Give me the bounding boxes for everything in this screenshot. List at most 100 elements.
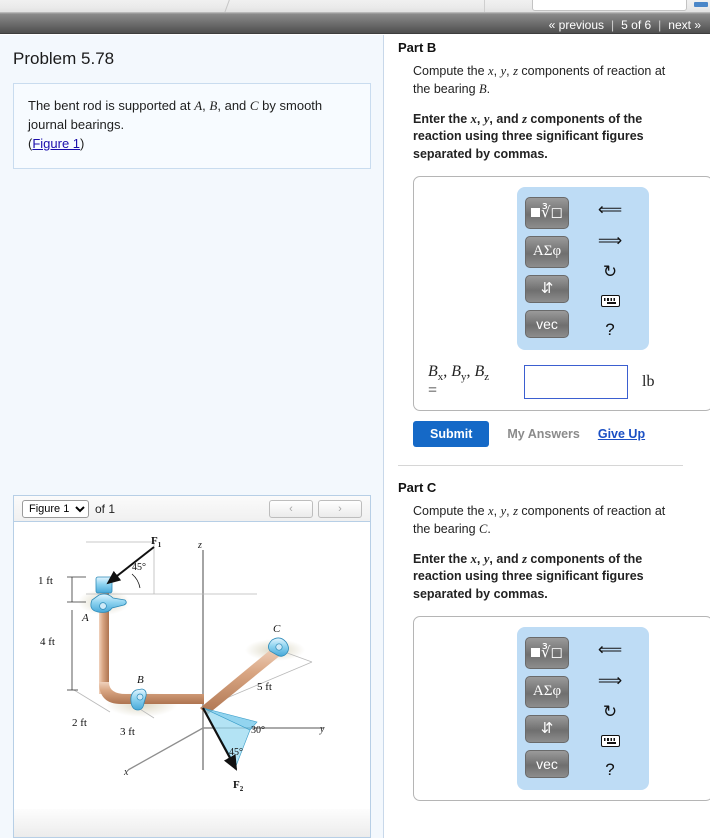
browser-bookmark-item[interactable] bbox=[694, 2, 708, 7]
assignment-nav-bar: « previous | 5 of 6 | next » bbox=[0, 13, 710, 34]
figure-toolbar: Figure 1 of 1 ‹ › bbox=[14, 496, 370, 522]
keyboard-icon[interactable] bbox=[600, 734, 620, 747]
part-b-my-answers-link[interactable]: My Answers bbox=[507, 427, 579, 441]
part-c-instr-comma-1: , bbox=[476, 551, 484, 566]
radical-icon: ∛◻ bbox=[540, 645, 563, 662]
figure-footer-bar bbox=[14, 809, 370, 837]
greek-letters-button[interactable]: ΑΣφ bbox=[525, 235, 569, 268]
part-b-prompt-end: . bbox=[486, 81, 491, 96]
part-c-prompt: Compute the x, y, z components of reacti… bbox=[413, 503, 681, 539]
part-b-answer-input[interactable] bbox=[524, 364, 628, 399]
undo-icon[interactable]: ⟸ bbox=[598, 641, 622, 658]
updown-arrows-button[interactable]: ⇵ bbox=[525, 714, 569, 743]
figure-nav-group: ‹ › bbox=[264, 499, 362, 518]
part-b-prompt: Compute the x, y, z components of reacti… bbox=[413, 63, 681, 99]
nav-pager: « previous | 5 of 6 | next » bbox=[542, 14, 708, 35]
template-square-icon bbox=[530, 648, 540, 658]
part-b-math-palette: ∛◻ ΑΣφ ⇵ vec ⟸ ⟹ ↻ ? bbox=[517, 186, 649, 350]
figure-prev-button[interactable]: ‹ bbox=[269, 499, 313, 518]
part-b-answer-unit: lb bbox=[642, 372, 655, 390]
reset-icon[interactable]: ↻ bbox=[603, 703, 617, 720]
part-c-prompt-pre: Compute the bbox=[413, 504, 489, 519]
figure-dim-3ft: 3 ft bbox=[120, 726, 135, 738]
part-b-palette-buttons: ∛◻ ΑΣφ ⇵ vec bbox=[525, 196, 569, 338]
bent-rod-diagram-svg: z y x A B C F1 45° F2 30° 45° 1 ft 4 ft … bbox=[38, 535, 325, 793]
vector-button[interactable]: vec bbox=[525, 749, 569, 778]
help-icon[interactable]: ? bbox=[605, 761, 614, 778]
part-c-prompt-end: . bbox=[487, 521, 491, 536]
browser-tab-edge-icon bbox=[221, 0, 237, 12]
previous-link[interactable]: « previous bbox=[542, 18, 611, 32]
figure-dim-4ft: 4 ft bbox=[40, 636, 55, 648]
figure-axis-x-label: x bbox=[123, 767, 129, 778]
part-b-bx: Bx bbox=[428, 362, 444, 383]
part-b-answer-label: Bx, By, Bz = bbox=[428, 362, 524, 400]
updown-arrows-button[interactable]: ⇵ bbox=[525, 274, 569, 303]
template-radical-button[interactable]: ∛◻ bbox=[525, 196, 569, 229]
browser-search-box[interactable] bbox=[532, 0, 687, 11]
template-radical-button[interactable]: ∛◻ bbox=[525, 636, 569, 669]
answer-panel: Part B Compute the x, y, z components of… bbox=[385, 35, 710, 838]
part-b-instr-comma-1: , bbox=[476, 111, 484, 126]
part-c-heading: Part C bbox=[398, 480, 437, 496]
undo-icon[interactable]: ⟸ bbox=[598, 201, 622, 218]
part-c-instruction: Enter the x, y, and z components of the … bbox=[413, 551, 681, 604]
figure-viewer: Figure 1 of 1 ‹ › z y x A B C F1 45° F2 … bbox=[13, 495, 371, 838]
figure-angle-45-top: 45° bbox=[132, 562, 146, 573]
figure-bearing-a-label: A bbox=[81, 612, 89, 624]
part-b-equals-sign: = bbox=[428, 382, 438, 400]
radical-icon: ∛◻ bbox=[540, 205, 563, 222]
part-divider bbox=[398, 465, 683, 467]
part-b-instr-comma-2: , and bbox=[489, 111, 523, 126]
part-b-submit-button[interactable]: Submit bbox=[413, 421, 490, 448]
figure-next-button[interactable]: › bbox=[318, 499, 362, 518]
part-b-prompt-pre: Compute the bbox=[413, 64, 489, 78]
part-b-actions: Submit My Answers Give Up bbox=[413, 421, 710, 448]
part-c-palette-tools: ⟸ ⟹ ↻ ? bbox=[579, 637, 641, 778]
part-b-give-up-link[interactable]: Give Up bbox=[598, 427, 645, 441]
problem-panel: Problem 5.78 The bent rod is supported a… bbox=[0, 35, 384, 838]
statement-and: , and bbox=[217, 98, 250, 113]
part-b-palette-tools: ⟸ ⟹ ↻ ? bbox=[579, 197, 641, 338]
figure-axis-z-label: z bbox=[197, 540, 202, 551]
redo-icon[interactable]: ⟹ bbox=[598, 672, 622, 689]
reset-icon[interactable]: ↻ bbox=[603, 263, 617, 280]
template-square-icon bbox=[530, 208, 540, 218]
redo-icon[interactable]: ⟹ bbox=[598, 232, 622, 249]
part-b-instr-pre: Enter the bbox=[413, 111, 471, 126]
browser-chrome-strip bbox=[0, 0, 710, 13]
help-icon[interactable]: ? bbox=[605, 321, 614, 338]
figure-select[interactable]: Figure 1 bbox=[22, 499, 89, 518]
figure-angle-45-bottom: 45° bbox=[229, 747, 243, 758]
part-c-math-palette: ∛◻ ΑΣφ ⇵ vec ⟸ ⟹ ↻ ? bbox=[517, 626, 649, 790]
part-c-comma-1: , bbox=[493, 504, 501, 519]
problem-statement: The bent rod is supported at A, B, and C… bbox=[13, 83, 371, 169]
part-c-body: Compute the x, y, z components of reacti… bbox=[413, 503, 710, 604]
part-c-instr-pre: Enter the bbox=[413, 551, 471, 566]
part-b-comma-1: , bbox=[493, 64, 501, 78]
figure-force-f2-label: F2 bbox=[233, 779, 244, 793]
figure-image[interactable]: z y x A B C F1 45° F2 30° 45° 1 ft 4 ft … bbox=[14, 522, 370, 810]
figure-dim-5ft: 5 ft bbox=[257, 681, 272, 693]
browser-toolbar-divider bbox=[484, 0, 485, 12]
next-link[interactable]: next » bbox=[661, 18, 708, 32]
figure-link-paren-close: ) bbox=[80, 135, 85, 151]
figure-dim-1ft: 1 ft bbox=[38, 575, 53, 587]
page-counter: 5 of 6 bbox=[621, 17, 652, 32]
part-c-instr-comma-2: , and bbox=[489, 551, 523, 566]
figure-bearing-b-label: B bbox=[137, 674, 144, 686]
figure-axis-y-label: y bbox=[319, 724, 325, 735]
statement-point-a: A bbox=[194, 98, 203, 113]
vector-button[interactable]: vec bbox=[525, 309, 569, 338]
part-b-instruction: Enter the x, y, and z components of the … bbox=[413, 111, 681, 164]
keyboard-icon[interactable] bbox=[600, 294, 620, 307]
figure-angle-30: 30° bbox=[251, 725, 265, 736]
figure-bearing-c-label: C bbox=[273, 623, 281, 635]
part-b-body: Compute the x, y, z components of reacti… bbox=[413, 63, 710, 164]
part-b-answer-box: ∛◻ ΑΣφ ⇵ vec ⟸ ⟹ ↻ ? Bx, By, Bz = lb bbox=[413, 175, 710, 412]
statement-point-c: C bbox=[249, 98, 259, 113]
figure-count-label: of 1 bbox=[95, 501, 116, 516]
greek-letters-button[interactable]: ΑΣφ bbox=[525, 675, 569, 708]
part-b-bz: Bz bbox=[474, 362, 490, 383]
figure-link[interactable]: Figure 1 bbox=[32, 136, 80, 151]
